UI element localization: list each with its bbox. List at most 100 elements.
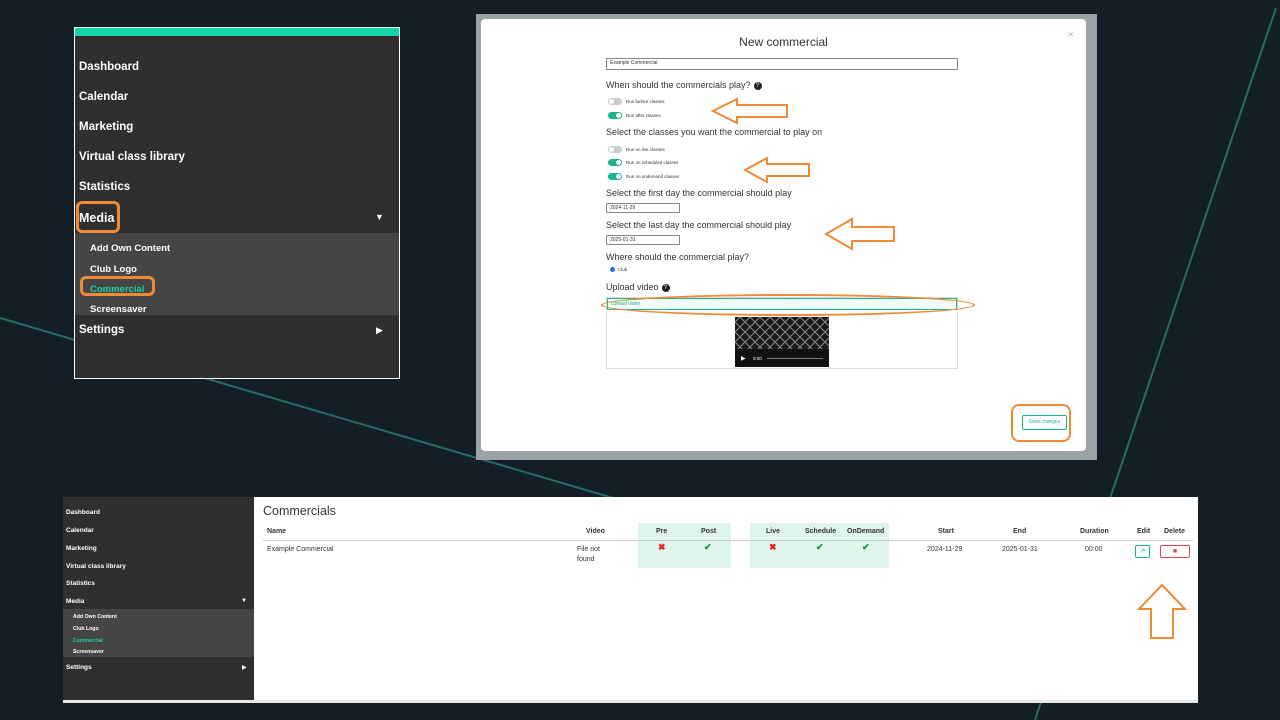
trash-icon: ■	[1172, 548, 1178, 555]
cell-video-line2: found	[577, 556, 595, 563]
video-thumbnail	[735, 317, 829, 367]
arrow-left-icon	[743, 156, 810, 184]
question-classes: Select the classes you want the commerci…	[606, 127, 823, 137]
sidebar-item-marketing[interactable]: Marketing	[79, 121, 133, 133]
chevron-right-icon[interactable]: ▶	[376, 325, 383, 336]
col-header-duration: Duration	[1080, 528, 1109, 535]
cell-video-line1: File not	[577, 546, 600, 553]
toggle-run-scheduled[interactable]	[608, 159, 622, 166]
sidebar-item-statistics[interactable]: Statistics	[66, 580, 95, 587]
arrow-left-icon	[824, 217, 895, 251]
col-header-ondemand: OnDemand	[847, 528, 885, 535]
highlight-save-changes	[1011, 404, 1071, 442]
question-when-play: When should the commercials play??	[606, 80, 762, 90]
arrow-left-icon	[711, 97, 788, 125]
col-header-name: Name	[267, 528, 287, 535]
chevron-right-icon[interactable]: ▶	[242, 664, 247, 671]
highlight-media	[76, 201, 120, 233]
help-icon[interactable]: ?	[661, 283, 670, 292]
commercial-name-input[interactable]: Example Commercial	[606, 58, 958, 70]
upload-video-label: Upload video?	[606, 282, 670, 292]
sidebar-subitem-screensaver[interactable]: Screensaver	[73, 649, 104, 655]
modal-title: New commercial	[739, 35, 828, 49]
cell-start: 2024-11-29	[927, 546, 963, 553]
pre-x-icon: ✖	[658, 542, 666, 552]
col-header-schedule: Schedule	[805, 528, 837, 535]
post-check-icon: ✔	[704, 542, 712, 552]
label-run-ondemand: Run on ondemand classes	[626, 174, 680, 179]
question-where: Where should the commercial play?	[606, 252, 750, 262]
label-run-after: Run after classes	[626, 113, 661, 118]
label-run-scheduled: Run on scheduled classes	[626, 160, 679, 165]
header-divider	[263, 540, 1193, 541]
col-header-pre: Pre	[656, 528, 668, 535]
delete-button[interactable]: ■	[1160, 545, 1190, 558]
label-run-live: Run on live classes	[626, 147, 665, 152]
toggle-run-after[interactable]	[608, 112, 622, 119]
sidebar-item-statistics[interactable]: Statistics	[79, 181, 130, 193]
toggle-run-before[interactable]	[608, 98, 622, 105]
sidebar-item-calendar[interactable]: Calendar	[79, 91, 128, 103]
col-header-video: Video	[586, 528, 605, 535]
sidebar-subitem-club-logo[interactable]: Club Logo	[73, 626, 99, 632]
sidebar-item-virtual-class-library[interactable]: Virtual class library	[79, 151, 185, 163]
close-icon[interactable]: ×	[1068, 29, 1074, 41]
highlight-upload-video	[601, 294, 975, 316]
col-header-live: Live	[766, 528, 781, 535]
play-icon[interactable]: ▶	[741, 355, 746, 362]
cell-end: 2025-01-31	[1002, 546, 1038, 553]
sidebar-subitem-commercial[interactable]: Commercial	[73, 638, 103, 644]
video-progress-track[interactable]	[767, 358, 823, 359]
new-commercial-modal: New commercial × Example Commercial When…	[481, 19, 1086, 451]
first-day-input[interactable]: 2024-11-29	[606, 203, 680, 213]
chevron-down-icon[interactable]: ▼	[375, 212, 384, 222]
sidebar-screenshot: Dashboard Calendar Marketing Virtual cla…	[74, 27, 400, 379]
sidebar-accent-bar	[75, 28, 399, 36]
sidebar-item-media[interactable]: Media	[66, 598, 84, 605]
sidebar-item-virtual-class-library[interactable]: Virtual class library	[66, 563, 126, 570]
sidebar-subitem-add-own-content[interactable]: Add Own Content	[73, 614, 117, 620]
edit-button[interactable]: ↗	[1135, 545, 1150, 558]
cell-duration: 00:00	[1085, 546, 1103, 553]
sidebar-item-dashboard[interactable]: Dashboard	[79, 61, 139, 73]
bottom-scrollbar[interactable]	[63, 700, 1198, 703]
sidebar-small: Dashboard Calendar Marketing Virtual cla…	[63, 497, 254, 700]
chevron-down-icon[interactable]: ▼	[241, 598, 247, 604]
sidebar-subitem-add-own-content[interactable]: Add Own Content	[90, 243, 170, 254]
toggle-run-live[interactable]	[608, 146, 622, 153]
sidebar-item-dashboard[interactable]: Dashboard	[66, 509, 100, 516]
edit-icon: ↗	[1139, 548, 1146, 555]
schedule-check-icon: ✔	[816, 542, 824, 552]
arrow-up-icon	[1137, 583, 1187, 639]
sidebar-item-settings[interactable]: Settings	[79, 324, 124, 336]
video-time: 0:00	[753, 356, 762, 361]
toggle-run-ondemand[interactable]	[608, 173, 622, 180]
modal-screenshot: New commercial × Example Commercial When…	[476, 14, 1097, 460]
label-club: Club	[618, 267, 628, 272]
media-submenu: Add Own Content Club Logo Commercial Scr…	[63, 609, 254, 657]
label-run-before: Run before classes	[626, 99, 665, 104]
page-title: Commercials	[263, 504, 336, 518]
radio-club[interactable]	[610, 267, 615, 272]
highlight-commercial	[80, 276, 155, 296]
sidebar-item-calendar[interactable]: Calendar	[66, 527, 94, 534]
sidebar-subitem-screensaver[interactable]: Screensaver	[90, 304, 147, 315]
video-preview[interactable]: ▶ 0:00	[735, 317, 829, 367]
media-submenu: Add Own Content Club Logo Commercial Scr…	[75, 233, 399, 315]
sidebar-item-settings[interactable]: Settings	[66, 664, 92, 671]
sidebar-subitem-club-logo[interactable]: Club Logo	[90, 264, 137, 275]
ondemand-check-icon: ✔	[862, 542, 870, 552]
live-x-icon: ✖	[769, 542, 777, 552]
help-icon[interactable]: ?	[753, 81, 762, 90]
col-header-end: End	[1013, 528, 1027, 535]
col-header-post: Post	[701, 528, 717, 535]
sidebar-item-marketing[interactable]: Marketing	[66, 545, 97, 552]
commercials-screenshot: Dashboard Calendar Marketing Virtual cla…	[63, 497, 1198, 703]
question-last-day: Select the last day the commercial shoul…	[606, 220, 792, 230]
col-header-delete: Delete	[1164, 528, 1186, 535]
pre-post-band	[638, 523, 731, 568]
cell-name: Example Commercial	[267, 546, 334, 553]
col-header-edit: Edit	[1137, 528, 1151, 535]
col-header-start: Start	[938, 528, 954, 535]
last-day-input[interactable]: 2025-01-31	[606, 235, 680, 245]
